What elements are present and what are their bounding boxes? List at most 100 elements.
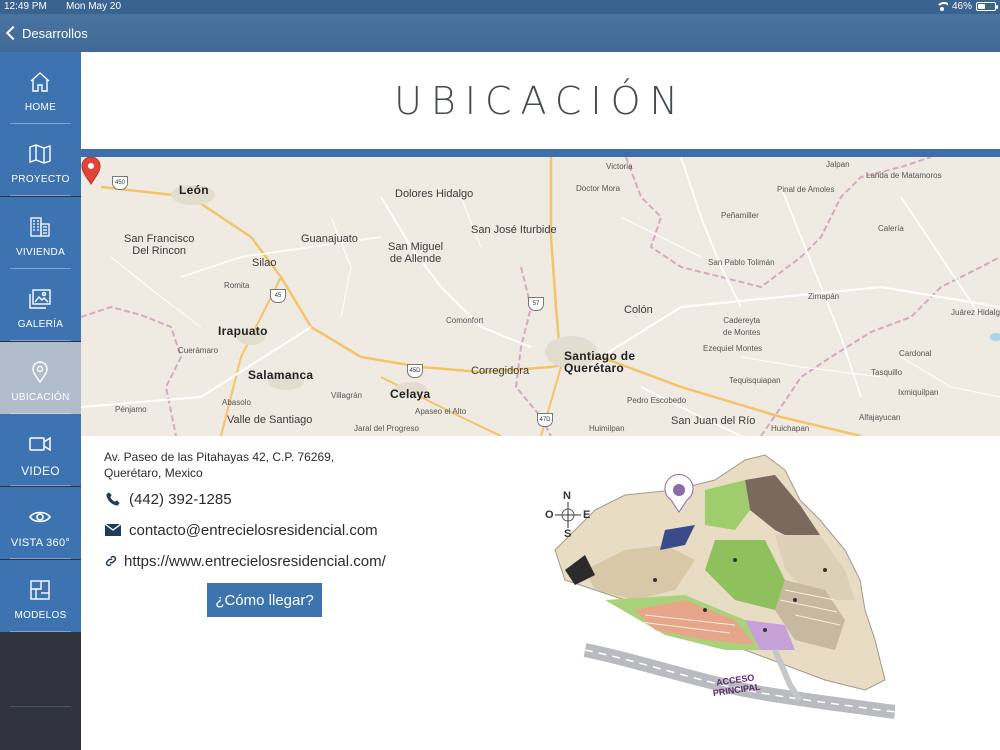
map-label-colon: Colón	[624, 304, 653, 316]
sidebar-item-home[interactable]: HOME	[0, 52, 81, 124]
map-label-zimapan: Zimapán	[808, 292, 840, 301]
back-button-label: Desarrollos	[22, 25, 88, 41]
map-label-cueramaro: Cuerámaro	[178, 346, 219, 355]
sidebar-item-proyecto[interactable]: PROYECTO	[0, 124, 81, 196]
phone-number[interactable]: (442) 392-1285	[129, 491, 232, 508]
map-label-huichapan: Huichapan	[771, 424, 810, 433]
map-label-pinal: Pinal de Amoles	[777, 185, 835, 194]
map-label-leon: León	[179, 183, 209, 197]
map-label-victoria: Victoria	[606, 162, 633, 171]
compass-east: E	[583, 509, 591, 521]
sidebar-item-label: PROYECTO	[11, 174, 70, 185]
map-label-landa: Landa de Matamoros	[866, 171, 942, 180]
map-label-jalpan: Jalpan	[826, 160, 850, 169]
highway-shield: 45D	[407, 364, 423, 378]
wifi-icon	[935, 2, 948, 11]
map-label-celaya: Celaya	[390, 387, 431, 401]
map-label-ezequiel-montes: Ezequiel Montes	[703, 344, 763, 353]
sidebar-item-galeria[interactable]: GALERÍA	[0, 269, 81, 341]
building-icon	[30, 217, 50, 237]
map-label-alfajayucan: Alfajayucan	[859, 413, 901, 422]
map-label-doctor-mora: Doctor Mora	[576, 184, 621, 193]
status-right: 46%	[935, 1, 998, 12]
address-line-2: Querétaro, Mexico	[104, 466, 203, 480]
highway-shield: 57	[528, 297, 544, 311]
map-label-romita: Romita	[224, 281, 250, 290]
map-label-salamanca: Salamanca	[248, 368, 314, 382]
map-label-cadereyta: Cadereyta de Montes	[723, 316, 761, 337]
website-row[interactable]: https://www.entrecielosresidencial.com/	[104, 552, 386, 570]
sidebar-item-ubicacion[interactable]: UBICACIÓN	[0, 342, 81, 414]
map-label-santiago-queretaro: Santiago de Querétaro	[564, 349, 636, 375]
map-label-penamiller: Peñamiller	[721, 211, 759, 220]
map-label-caleria: Calería	[878, 224, 904, 233]
map-label-san-pablo: San Pablo Tolimán	[708, 258, 775, 267]
sidebar-item-label: MODELOS	[14, 610, 67, 621]
map-folded-icon	[29, 144, 51, 164]
map-label-dolores-hidalgo: Dolores Hidalgo	[395, 188, 474, 200]
directions-button[interactable]: ¿Cómo llegar?	[207, 583, 322, 617]
compass-rose: N S E O	[545, 490, 591, 540]
map-label-huimilpan: Huimilpan	[589, 424, 625, 433]
status-date: Mon May 20	[66, 1, 122, 12]
chevron-left-icon	[5, 25, 21, 41]
map-label-silao: Silao	[252, 257, 277, 269]
back-button[interactable]: Desarrollos	[5, 22, 88, 44]
status-time: 12:49 PM	[4, 1, 47, 12]
map-label-san-jose-iturbide: San José Iturbide	[471, 224, 557, 236]
website-link[interactable]: https://www.entrecielosresidencial.com/	[124, 553, 386, 570]
map-label-abasolo: Abasolo	[222, 398, 251, 407]
map-label-juarez-hidalgo: Juárez Hidalgo	[951, 308, 1000, 317]
map-label-irapuato: Irapuato	[218, 324, 268, 338]
sidebar-item-label: HOME	[24, 102, 57, 113]
sidebar-divider	[10, 706, 71, 707]
map-label-valle-santiago: Valle de Santiago	[227, 414, 313, 426]
compass-west: O	[545, 509, 554, 521]
map-label-tequisquiapan: Tequisquiapan	[729, 376, 781, 385]
sidebar-item-vivienda[interactable]: VIVIENDA	[0, 197, 81, 269]
map-label-villagran: Villagrán	[331, 391, 362, 400]
sidebar-item-video[interactable]: VIDEO	[0, 414, 81, 486]
status-bar: 12:49 PM Mon May 20 46%	[0, 0, 1000, 14]
link-icon	[104, 552, 118, 570]
envelope-icon	[104, 521, 122, 539]
sidebar-item-label: GALERÍA	[17, 319, 64, 330]
map-label-ixmiquilpan: Ixmiquilpan	[898, 388, 939, 397]
map-label-jaral: Jaral del Progreso	[354, 424, 419, 433]
sidebar-item-label: VIDEO	[21, 464, 60, 478]
address: Av. Paseo de las Pitahayas 42, C.P. 7626…	[104, 449, 334, 481]
map-label-penjamo: Pénjamo	[115, 405, 147, 414]
sidebar: HOME PROYECTO VIVIENDA GALERÍA UBICACIÓN	[0, 52, 81, 750]
map-label-corregidora: Corregidora	[471, 365, 530, 377]
map-label-san-francisco: San Francisco Del Rincon	[124, 233, 195, 257]
home-icon	[30, 72, 50, 92]
sidebar-item-vista-360[interactable]: VISTA 360°	[0, 487, 81, 559]
phone-icon	[104, 490, 122, 508]
sidebar-item-label: VISTA 360°	[10, 537, 71, 549]
highway-shield: 45	[270, 289, 286, 303]
location-marker-icon[interactable]	[81, 157, 101, 185]
sidebar-item-label: UBICACIÓN	[11, 392, 70, 403]
phone-row[interactable]: (442) 392-1285	[104, 490, 232, 508]
map-label-tasquillo: Tasquillo	[871, 368, 903, 377]
sidebar-item-modelos[interactable]: MODELOS	[0, 560, 81, 632]
address-line-1: Av. Paseo de las Pitahayas 42, C.P. 7626…	[104, 450, 335, 464]
email-link[interactable]: contacto@entrecielosresidencial.com	[129, 522, 378, 539]
map-label-pedro-escobedo: Pedro Escobedo	[627, 396, 687, 405]
floorplan-icon	[30, 580, 50, 600]
title-divider	[81, 149, 1000, 157]
image-icon	[29, 289, 51, 309]
location-pin-icon	[32, 361, 48, 384]
video-camera-icon	[29, 436, 51, 452]
map-label-apaseo: Apaseo el Alto	[415, 407, 467, 416]
map-label-san-miguel: San Miguel de Allende	[388, 241, 444, 265]
location-map[interactable]: León Dolores Hidalgo Doctor Mora Victori…	[81, 157, 1000, 436]
navigation-bar: Desarrollos	[0, 14, 1000, 52]
page-title: UBICACIÓN	[394, 79, 687, 123]
map-label-cardonal: Cardonal	[899, 349, 932, 358]
email-row[interactable]: contacto@entrecielosresidencial.com	[104, 521, 378, 539]
map-label-san-juan-del-rio: San Juan del Río	[671, 415, 756, 427]
sidebar-item-label: VIVIENDA	[15, 247, 66, 258]
highway-shield: 47D	[537, 413, 553, 427]
compass-south: S	[564, 528, 572, 540]
